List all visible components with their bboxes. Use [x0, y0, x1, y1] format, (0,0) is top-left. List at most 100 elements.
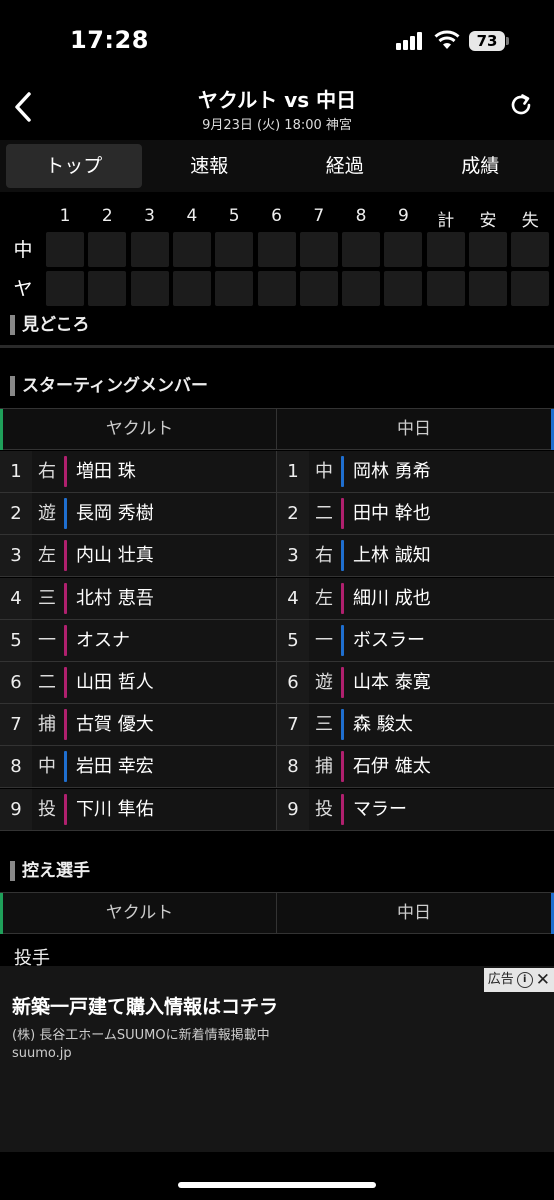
section-highlights[interactable]: 見どころ	[10, 314, 90, 336]
lineup-player-home[interactable]: 5 一オスナ	[0, 619, 277, 661]
player-name[interactable]: マラー	[353, 789, 407, 830]
fielding-position: 捕	[309, 746, 339, 788]
lineup-player-home[interactable]: 3 左内山 壮真	[0, 535, 277, 577]
fielding-position: 遊	[32, 493, 62, 535]
divider	[0, 345, 554, 348]
lineup-player-home[interactable]: 1 右増田 珠	[0, 451, 277, 492]
bench-team-away: 中日	[277, 893, 554, 934]
lineup-player-away[interactable]: 6 遊山本 泰寛	[277, 662, 554, 703]
lineup-row: 7 捕古賀 優大 7 三森 駿太	[0, 704, 554, 747]
scoreboard-cell	[88, 271, 127, 306]
ad-banner[interactable]: 広告 i ✕ 新築一戸建て購入情報はコチラ (株) 長谷工ホームSUUMOに新着…	[0, 966, 554, 1152]
player-name[interactable]: 増田 珠	[76, 451, 136, 492]
scoreboard-cell	[257, 232, 296, 267]
fielding-position: 中	[309, 451, 339, 492]
scoreboard-cell	[469, 271, 507, 306]
scoreboard-header: 1 2 3 4 5 6 7 8 9 計 安 失	[0, 206, 554, 231]
fielding-position: 中	[32, 746, 62, 788]
ad-badge[interactable]: 広告 i ✕	[483, 968, 554, 992]
lineup-player-away[interactable]: 3 右上林 誠知	[277, 535, 554, 577]
lineup-player-home[interactable]: 2 遊長岡 秀樹	[0, 493, 277, 535]
fielding-position: 左	[309, 577, 339, 619]
batting-order: 7	[277, 704, 309, 746]
scoreboard-cell	[130, 232, 169, 267]
player-name[interactable]: 山本 泰寛	[353, 662, 431, 703]
scoreboard-column-label: 8	[355, 206, 367, 226]
lineup-player-away[interactable]: 9 投マラー	[277, 788, 554, 830]
lineup-player-away[interactable]: 7三森 駿太	[277, 704, 554, 746]
lineup-player-home[interactable]: 7 捕古賀 優大	[0, 704, 277, 746]
lineup-player-home[interactable]: 9 投下川 隼佑	[0, 788, 277, 830]
lineup-player-home[interactable]: 4 三北村 恵吾	[0, 577, 277, 619]
lineup-row: 4 三北村 恵吾 4 左細川 成也	[0, 577, 554, 620]
lineup-player-away[interactable]: 1 中岡林 勇希	[277, 451, 554, 492]
player-name[interactable]: オスナ	[76, 620, 130, 661]
scoreboard-row: ヤ	[0, 271, 554, 307]
ad-description: (株) 長谷工ホームSUUMOに新着情報掲載中	[12, 1028, 270, 1043]
lineup-player-away[interactable]: 8 捕石伊 雄太	[277, 746, 554, 788]
handedness-bar	[64, 751, 67, 783]
scoreboard-column-label: 4	[186, 206, 198, 226]
scoreboard-cell	[46, 271, 84, 306]
close-icon[interactable]: ✕	[536, 970, 550, 990]
tab-stats[interactable]: 成績	[413, 144, 549, 188]
handedness-bar	[64, 709, 67, 741]
scoreboard-cell	[299, 271, 338, 306]
tab-live[interactable]: 速報	[142, 144, 278, 188]
scoreboard-cell	[257, 271, 296, 306]
batting-order: 9	[277, 788, 309, 830]
scoreboard-cell	[384, 232, 423, 267]
lineup-player-away[interactable]: 4 左細川 成也	[277, 577, 554, 619]
scoreboard-column-label: 計	[437, 211, 455, 231]
player-name[interactable]: 石伊 雄太	[353, 746, 431, 787]
batting-order: 5	[277, 619, 309, 661]
status-bar: 17:28 73	[0, 0, 554, 82]
handedness-bar	[64, 540, 67, 572]
batting-order: 4	[277, 577, 309, 619]
scoreboard-cell	[426, 271, 465, 306]
lineup-player-away[interactable]: 2 二田中 幹也	[277, 493, 554, 535]
page-title: ヤクルト vs 中日	[197, 88, 357, 112]
battery-tip	[506, 37, 509, 45]
tab-bar: トップ 速報 経過 成績	[0, 140, 554, 192]
lineup-row: 3 左内山 壮真 3 右上林 誠知	[0, 535, 554, 578]
scoreboard-cell	[215, 271, 254, 306]
player-name[interactable]: 森 駿太	[353, 704, 413, 745]
player-name[interactable]: 岡林 勇希	[353, 451, 431, 492]
info-icon[interactable]: i	[516, 972, 533, 988]
player-name[interactable]: ボスラー	[353, 620, 425, 661]
bench-team-home: ヤクルト	[0, 893, 277, 934]
scoreboard-column-label: 失	[521, 211, 539, 231]
handedness-bar	[64, 624, 67, 656]
player-name[interactable]: 田中 幹也	[353, 493, 431, 534]
tab-progress[interactable]: 経過	[277, 144, 413, 188]
player-name[interactable]: 北村 恵吾	[76, 578, 154, 619]
player-name[interactable]: 長岡 秀樹	[76, 493, 154, 534]
player-name[interactable]: 内山 壮真	[76, 535, 154, 576]
lineup-player-away[interactable]: 5 一ボスラー	[277, 619, 554, 661]
team-name-home: ヤクルト	[0, 409, 277, 450]
player-name[interactable]: 岩田 幸宏	[76, 746, 154, 787]
battery-icon: 73	[469, 31, 505, 51]
player-name[interactable]: 古賀 優大	[76, 704, 154, 745]
bench-team-header: ヤクルト 中日	[0, 892, 554, 934]
handedness-bar	[341, 456, 344, 487]
player-name[interactable]: 上林 誠知	[353, 535, 431, 576]
player-name[interactable]: 細川 成也	[353, 578, 431, 619]
lineup-player-home[interactable]: 8 中岩田 幸宏	[0, 746, 277, 788]
ad-title[interactable]: 新築一戸建て購入情報はコチラ	[12, 992, 278, 1019]
fielding-position: 投	[309, 788, 339, 830]
fielding-position: 一	[32, 619, 62, 661]
scoreboard-cell	[384, 271, 423, 306]
scoreboard-cell	[299, 232, 338, 267]
tab-top[interactable]: トップ	[6, 144, 142, 188]
section-bench: 控え選手	[10, 860, 90, 882]
fielding-position: 捕	[32, 704, 62, 746]
refresh-icon[interactable]	[508, 92, 534, 118]
lineup-row: 1 右増田 珠 1 中岡林 勇希	[0, 451, 554, 493]
player-name[interactable]: 山田 哲人	[76, 662, 154, 703]
batting-order: 8	[277, 746, 309, 788]
player-name[interactable]: 下川 隼佑	[76, 789, 154, 830]
scoreboard-column-label: 5	[228, 206, 240, 226]
lineup-player-home[interactable]: 6 二山田 哲人	[0, 662, 277, 703]
